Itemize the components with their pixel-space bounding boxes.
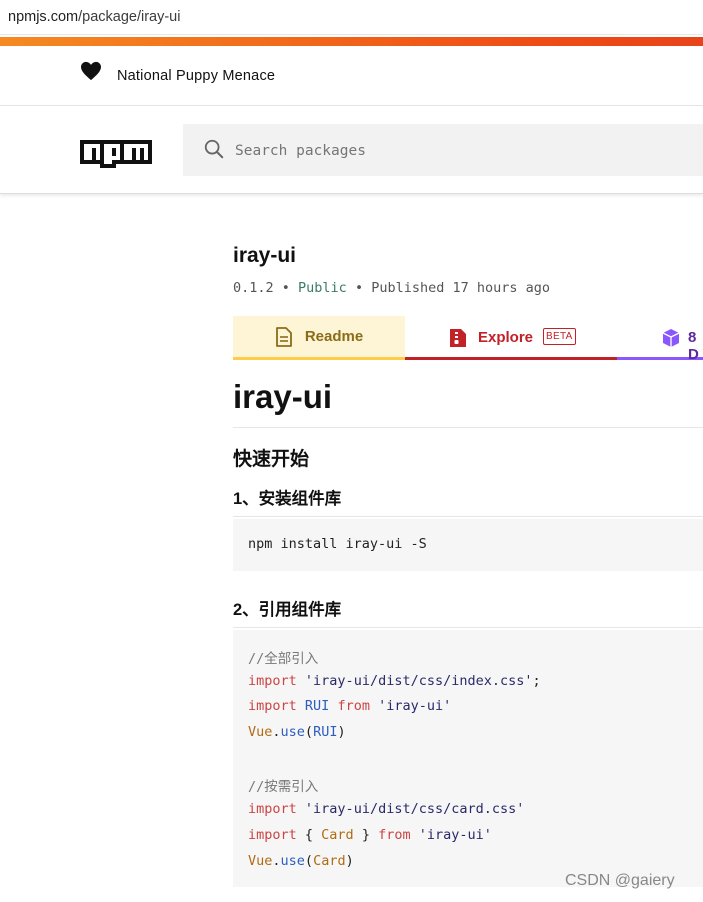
tab-explore[interactable]: Explore BETA [405, 316, 617, 360]
keyword: from [378, 826, 411, 843]
code-line: import { Card } from 'iray-ui' [248, 826, 492, 843]
string: 'iray-ui' [378, 698, 452, 715]
install-heading: 1、安装组件库 [233, 485, 703, 517]
tab-readme-label: Readme [304, 328, 364, 345]
browser-url-bar[interactable]: npmjs.com/package/iray-ui [0, 0, 703, 35]
url-host: npmjs.com [8, 9, 79, 25]
tab-dependencies-label: 8 D [688, 329, 699, 363]
code-comment: //全部引入 [248, 651, 319, 667]
code-line: import 'iray-ui/dist/css/card.css' [248, 801, 703, 827]
package-visibility: Public [298, 280, 347, 296]
package-name: iray-ui [233, 244, 297, 267]
code-line: Vue.use(RUI) [248, 724, 346, 741]
keyword: import [248, 801, 297, 818]
quick-start-heading: 快速开始 [233, 449, 310, 470]
identifier: Vue [248, 724, 273, 741]
code-comment: //按需引入 [248, 779, 319, 796]
keyword: import [248, 698, 297, 715]
heart-icon[interactable] [80, 61, 102, 81]
package-meta: 0.1.2 • Public • Published 17 hours ago [233, 280, 550, 296]
string: 'iray-ui' [418, 826, 492, 843]
accent-bar [0, 37, 703, 46]
method: use [280, 724, 305, 741]
top-nav: National Puppy Menace [0, 46, 703, 106]
tab-dependencies[interactable]: 8 D [617, 316, 703, 363]
keyword: from [337, 698, 370, 715]
keyword: import [248, 826, 297, 843]
tab-readme[interactable]: Readme [233, 316, 405, 360]
install-code-block: npm install iray-ui -S [233, 519, 703, 571]
identifier: Vue [248, 852, 273, 869]
csdn-watermark: CSDN @gaiery [565, 872, 675, 889]
string: 'iray-ui/dist/css/card.css' [304, 801, 525, 818]
package-tabs: Readme Explore BETA 8 D [233, 316, 703, 363]
string: 'iray-ui/dist/css/index.css' [304, 672, 533, 689]
code-line: import RUI from 'iray-ui' [248, 698, 703, 724]
tab-explore-label: Explore [478, 329, 534, 346]
package-box-icon [662, 329, 680, 347]
url-text[interactable]: npmjs.com/package/iray-ui [8, 9, 180, 25]
identifier: Card [321, 826, 354, 843]
method: use [280, 852, 305, 869]
identifier: RUI [304, 698, 330, 715]
package-version: 0.1.2 [233, 280, 274, 296]
meta-separator: • [354, 280, 372, 296]
search-input[interactable] [235, 137, 675, 165]
search-box[interactable] [183, 124, 703, 176]
code-line: import 'iray-ui/dist/css/index.css'; [248, 672, 541, 689]
import-heading: 2、引用组件库 [233, 596, 703, 628]
code-line: npm install iray-ui -S [248, 536, 427, 552]
meta-separator: • [281, 280, 299, 296]
readme-title: iray-ui [233, 378, 703, 428]
npm-tagline[interactable]: National Puppy Menace [117, 68, 275, 84]
identifier: RUI [313, 724, 338, 741]
keyword: import [248, 672, 297, 689]
identifier: Card [313, 852, 346, 869]
file-zip-icon [450, 329, 466, 347]
document-icon [275, 326, 292, 347]
beta-badge: BETA [543, 328, 576, 345]
package-published: Published 17 hours ago [371, 280, 551, 296]
url-path: /package/iray-ui [78, 9, 181, 25]
search-header [0, 106, 703, 194]
search-icon [204, 139, 224, 159]
npm-logo[interactable] [80, 140, 152, 168]
import-code-block: //全部引入 import 'iray-ui/dist/css/index.cs… [233, 630, 703, 887]
